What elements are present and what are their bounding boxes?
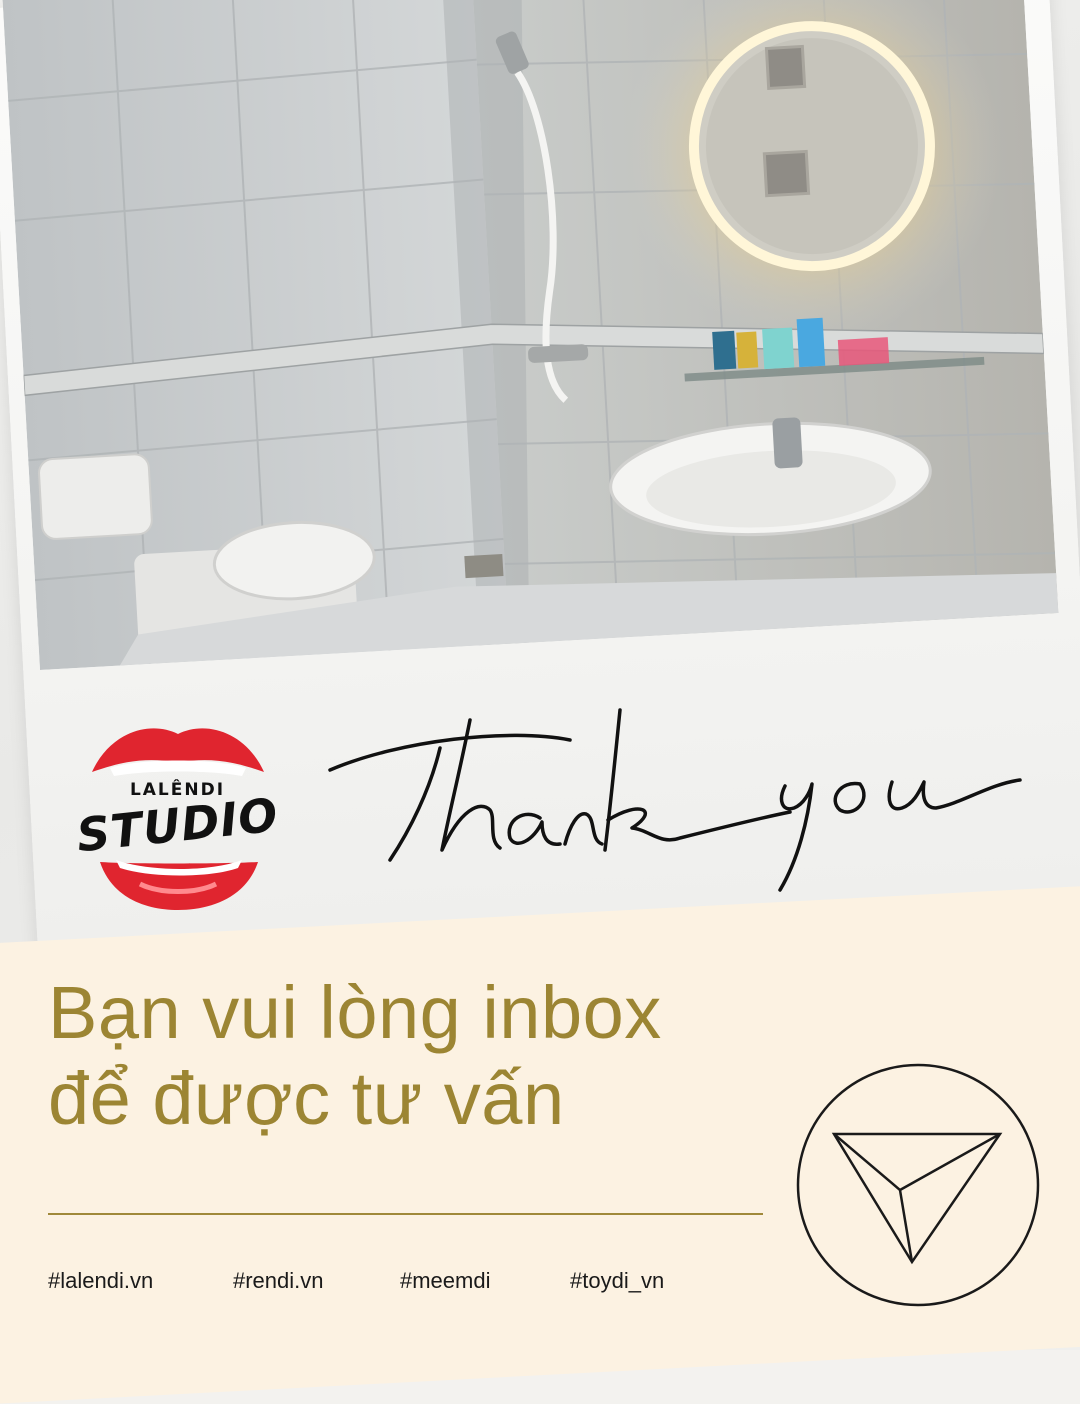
headline-line-1: Bạn vui lòng inbox xyxy=(48,971,662,1054)
divider-line xyxy=(48,1213,763,1215)
lalendi-studio-logo: LALÊNDI STUDIO xyxy=(70,712,285,912)
send-paper-plane-icon[interactable] xyxy=(782,1050,1052,1340)
hashtag-lalendi[interactable]: #lalendi.vn xyxy=(48,1268,153,1294)
hashtag-meemdi[interactable]: #meemdi xyxy=(400,1268,490,1294)
thank-you-script xyxy=(320,700,1040,900)
bathroom-photo xyxy=(2,0,1059,670)
hashtag-rendi[interactable]: #rendi.vn xyxy=(233,1268,324,1294)
headline-line-2: để được tư vấn xyxy=(48,1057,565,1140)
hashtag-toydi[interactable]: #toydi_vn xyxy=(570,1268,664,1294)
